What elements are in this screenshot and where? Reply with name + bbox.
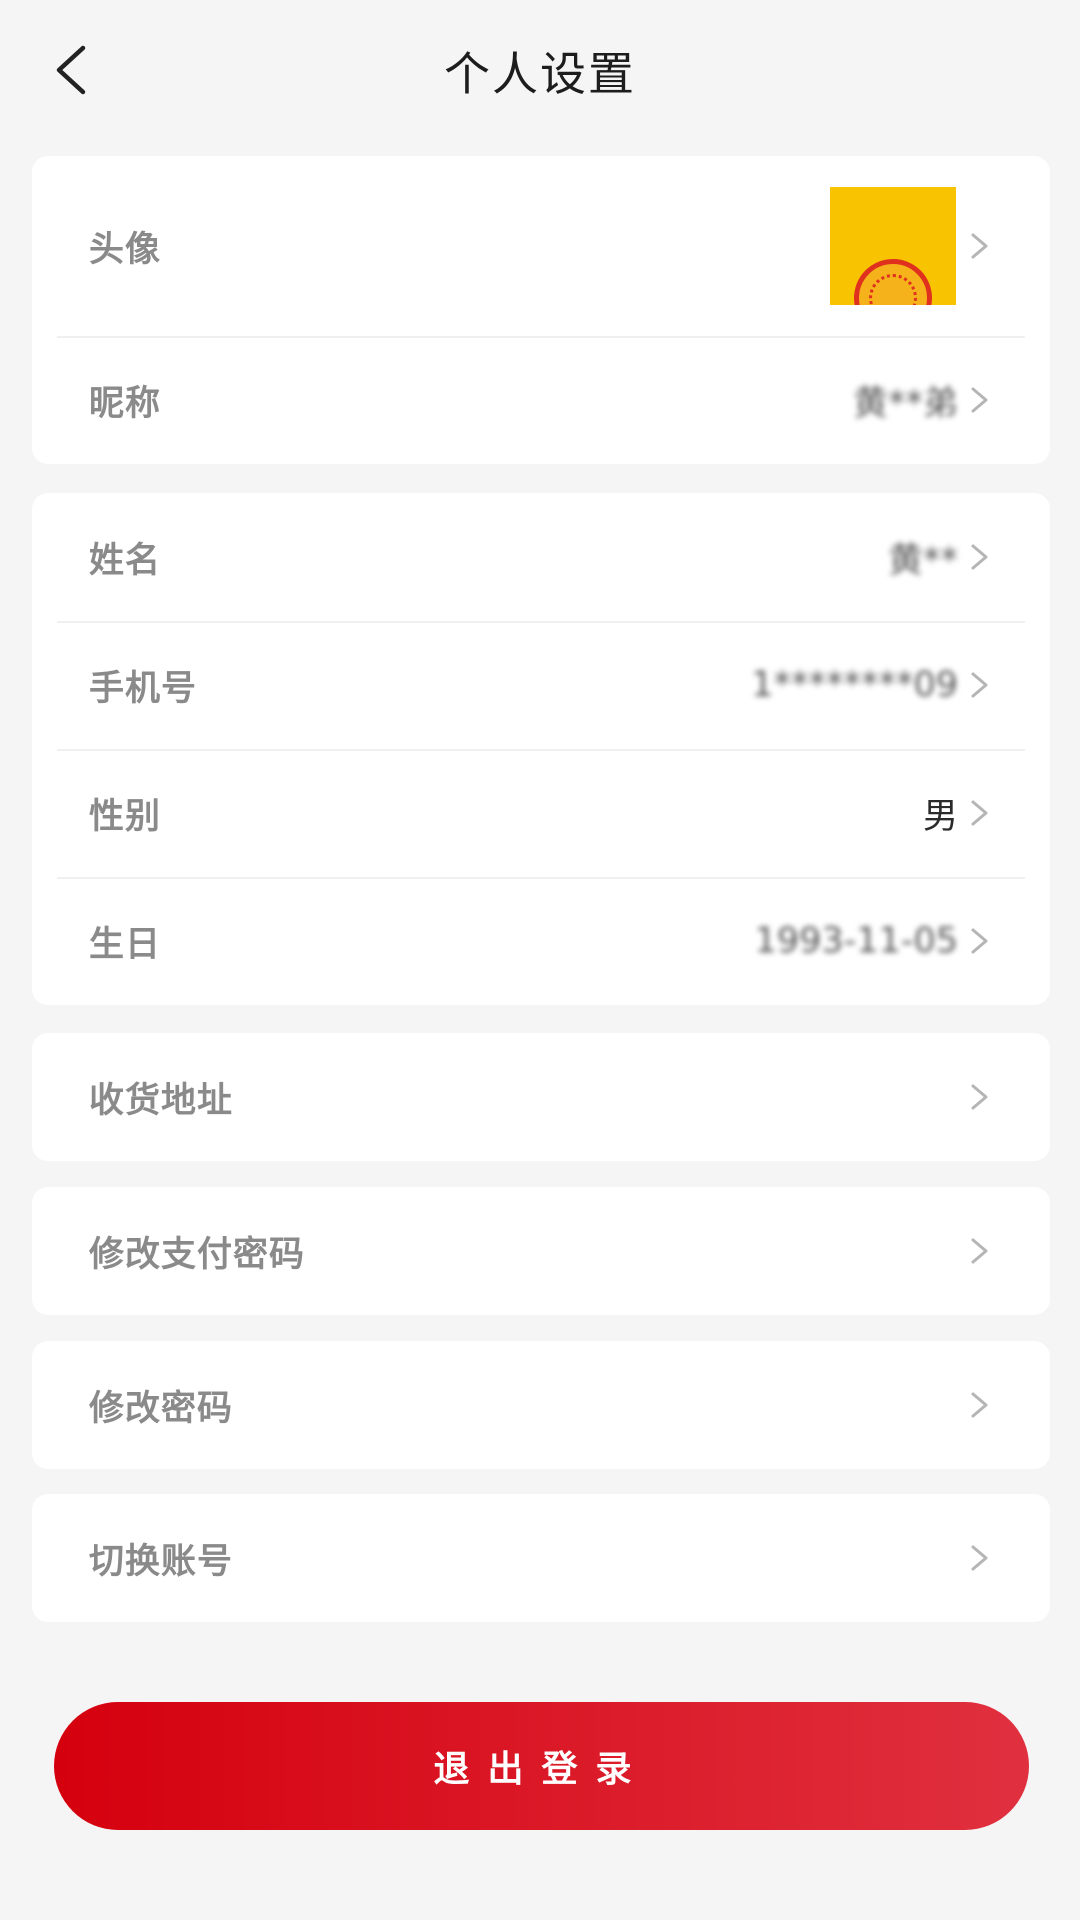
birthday-row[interactable]: 生日 1993-11-05 xyxy=(32,877,1050,1005)
chevron-right-icon xyxy=(971,544,988,570)
nickname-row[interactable]: 昵称 黄**弟 xyxy=(32,336,1050,464)
address-row[interactable]: 收货地址 xyxy=(32,1033,1050,1161)
chevron-right-icon xyxy=(971,233,988,259)
birthday-label: 生日 xyxy=(89,924,162,965)
header: 个人设置 xyxy=(0,0,1080,140)
pay-password-row[interactable]: 修改支付密码 xyxy=(32,1187,1050,1315)
switch-account-card: 切换账号 xyxy=(32,1494,1050,1622)
phone-value: 1********09 xyxy=(751,665,958,705)
page-title: 个人设置 xyxy=(444,47,636,101)
profile-card: 头像 昵称 黄**弟 xyxy=(32,156,1050,464)
info-card: 姓名 黄** 手机号 1********09 性别 男 生日 1993-11-0… xyxy=(32,493,1050,1005)
phone-label: 手机号 xyxy=(89,668,198,709)
chevron-right-icon xyxy=(971,1545,988,1571)
chevron-right-icon xyxy=(971,1084,988,1110)
chevron-right-icon xyxy=(971,1392,988,1418)
birthday-value: 1993-11-05 xyxy=(754,921,958,961)
pay-password-label: 修改支付密码 xyxy=(89,1234,306,1275)
gender-label: 性别 xyxy=(89,796,162,837)
nickname-label: 昵称 xyxy=(89,383,162,424)
chevron-right-icon xyxy=(971,387,988,413)
name-row[interactable]: 姓名 黄** xyxy=(32,493,1050,621)
pay-password-card: 修改支付密码 xyxy=(32,1187,1050,1315)
address-label: 收货地址 xyxy=(89,1080,234,1121)
avatar xyxy=(830,187,956,305)
avatar-label: 头像 xyxy=(89,229,162,270)
password-row[interactable]: 修改密码 xyxy=(32,1341,1050,1469)
name-label: 姓名 xyxy=(89,540,162,581)
chevron-right-icon xyxy=(971,1238,988,1264)
name-value: 黄** xyxy=(887,540,958,581)
switch-account-label: 切换账号 xyxy=(89,1541,234,1582)
password-label: 修改密码 xyxy=(89,1388,234,1429)
gender-value: 男 xyxy=(922,796,958,837)
nickname-value: 黄**弟 xyxy=(852,383,958,424)
avatar-row[interactable]: 头像 xyxy=(32,156,1050,336)
logout-button[interactable]: 退出登录 xyxy=(54,1702,1029,1830)
password-card: 修改密码 xyxy=(32,1341,1050,1469)
chevron-right-icon xyxy=(971,928,988,954)
chevron-right-icon xyxy=(971,800,988,826)
phone-row[interactable]: 手机号 1********09 xyxy=(32,621,1050,749)
gender-row[interactable]: 性别 男 xyxy=(32,749,1050,877)
address-card: 收货地址 xyxy=(32,1033,1050,1161)
chevron-right-icon xyxy=(971,672,988,698)
switch-account-row[interactable]: 切换账号 xyxy=(32,1494,1050,1622)
seal-logo xyxy=(854,259,932,305)
